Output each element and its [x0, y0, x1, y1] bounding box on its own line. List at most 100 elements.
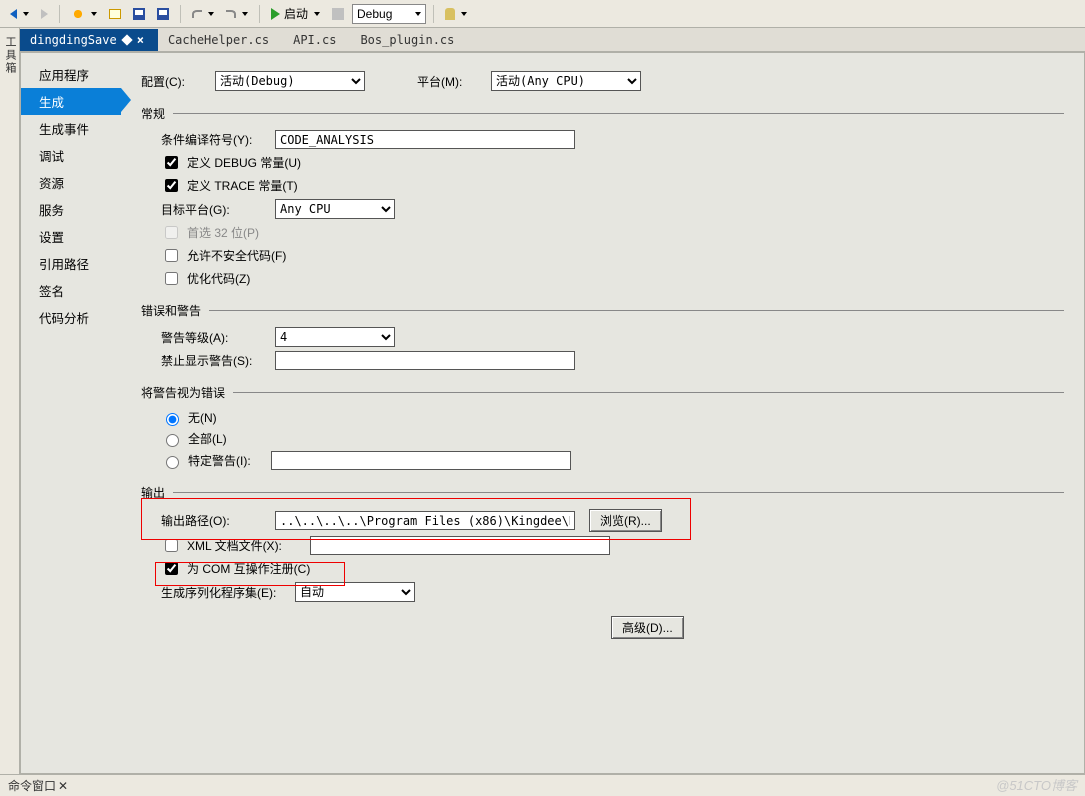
xml-doc-checkbox[interactable] [165, 539, 178, 552]
tab-api[interactable]: API.cs [283, 29, 350, 51]
nav-code-analysis[interactable]: 代码分析 [21, 304, 121, 331]
advanced-button[interactable]: 高级(D)... [611, 616, 684, 639]
main-toolbar: 启动 Debug [0, 0, 1085, 28]
save-all-icon [157, 8, 169, 20]
line [209, 310, 1064, 311]
optimize-checkbox[interactable] [165, 272, 178, 285]
debug-const-label: 定义 DEBUG 常量(U) [187, 154, 301, 171]
close-icon[interactable]: ✕ [58, 779, 68, 793]
chevron-down-icon [461, 12, 467, 16]
side-tab-datasource[interactable]: 数据源 [0, 32, 1, 774]
open-icon [109, 9, 121, 19]
section-general-title: 常规 [141, 105, 165, 122]
section-treat-error-title: 将警告视为错误 [141, 384, 225, 401]
tab-bosplugin[interactable]: Bos_plugin.cs [350, 29, 468, 51]
separator [180, 5, 181, 23]
side-tab-strip: 工具箱 数据源 [0, 28, 20, 774]
config-label: 配置(C): [141, 73, 201, 90]
nav-debug[interactable]: 调试 [21, 142, 121, 169]
serial-asm-select[interactable]: 自动 [295, 582, 415, 602]
chevron-down-icon [415, 12, 421, 16]
nav-settings[interactable]: 设置 [21, 223, 121, 250]
close-icon[interactable]: × [137, 33, 144, 47]
config-value: Debug [357, 7, 392, 21]
treat-specific-radio[interactable] [166, 456, 179, 469]
cond-symbol-label: 条件编译符号(Y): [141, 131, 261, 148]
platform-select[interactable]: 活动(Any CPU) [491, 71, 641, 91]
spark-icon [71, 7, 85, 21]
optimize-label: 优化代码(Z) [187, 270, 250, 287]
section-output-title: 输出 [141, 484, 165, 501]
undo-button[interactable] [188, 8, 218, 20]
side-tab-toolbox[interactable]: 工具箱 [1, 32, 19, 774]
nav-build-events[interactable]: 生成事件 [21, 115, 121, 142]
pin-icon[interactable] [121, 34, 132, 45]
separator [59, 5, 60, 23]
nav-refpaths[interactable]: 引用路径 [21, 250, 121, 277]
property-nav: 应用程序 生成 生成事件 调试 资源 服务 设置 引用路径 签名 代码分析 [21, 53, 121, 773]
prefer-32-checkbox [165, 226, 178, 239]
cond-symbol-input[interactable] [275, 130, 575, 149]
line [173, 492, 1064, 493]
hand-button[interactable] [441, 6, 471, 22]
allow-unsafe-checkbox[interactable] [165, 249, 178, 262]
line [173, 113, 1064, 114]
treat-all-radio[interactable] [166, 434, 179, 447]
treat-specific-input[interactable] [271, 451, 571, 470]
tab-label: CacheHelper.cs [168, 33, 269, 47]
config-dropdown[interactable]: Debug [352, 4, 426, 24]
platform-label: 平台(M): [417, 73, 477, 90]
treat-all-label: 全部(L) [188, 430, 227, 447]
line [233, 392, 1064, 393]
save-all-button[interactable] [153, 6, 173, 22]
back-icon [10, 9, 17, 19]
document-tabs: dingdingSave × CacheHelper.cs API.cs Bos… [20, 28, 1085, 52]
output-path-label: 输出路径(O): [141, 512, 261, 529]
nav-resources[interactable]: 资源 [21, 169, 121, 196]
forward-icon [41, 9, 48, 19]
redo-button[interactable] [222, 8, 252, 20]
browse-button[interactable]: 浏览(R)... [589, 509, 662, 532]
tab-label: dingdingSave [30, 33, 117, 47]
new-item-button[interactable] [67, 5, 101, 23]
treat-none-radio[interactable] [166, 413, 179, 426]
section-warnings-title: 错误和警告 [141, 302, 201, 319]
undo-icon [192, 10, 202, 18]
tab-label: API.cs [293, 33, 336, 47]
xml-doc-label: XML 文档文件(X): [187, 537, 282, 554]
chevron-down-icon [242, 12, 248, 16]
start-button[interactable]: 启动 [267, 3, 324, 24]
suppress-input[interactable] [275, 351, 575, 370]
nav-services[interactable]: 服务 [21, 196, 121, 223]
xml-doc-input[interactable] [310, 536, 610, 555]
chevron-down-icon [23, 12, 29, 16]
forward-button[interactable] [37, 7, 52, 21]
save-button[interactable] [129, 6, 149, 22]
config-select[interactable]: 活动(Debug) [215, 71, 365, 91]
nav-application[interactable]: 应用程序 [21, 61, 121, 88]
target-platform-select[interactable]: Any CPU [275, 199, 395, 219]
treat-none-label: 无(N) [188, 409, 217, 426]
tab-cachehelper[interactable]: CacheHelper.cs [158, 29, 283, 51]
trace-const-checkbox[interactable] [165, 179, 178, 192]
nav-build[interactable]: 生成 [21, 88, 121, 115]
com-register-label: 为 COM 互操作注册(C) [187, 560, 310, 577]
serial-asm-label: 生成序列化程序集(E): [141, 584, 281, 601]
open-button[interactable] [105, 7, 125, 21]
debug-const-checkbox[interactable] [165, 156, 178, 169]
play-icon [271, 8, 280, 20]
suppress-label: 禁止显示警告(S): [141, 352, 261, 369]
warn-level-select[interactable]: 4 [275, 327, 395, 347]
warn-level-label: 警告等级(A): [141, 329, 261, 346]
stop-button[interactable] [328, 6, 348, 22]
tab-dingdingsave[interactable]: dingdingSave × [20, 29, 158, 51]
com-register-checkbox[interactable] [165, 562, 178, 575]
output-path-input[interactable] [275, 511, 575, 530]
status-bar: 命令窗口 ✕ [0, 774, 1085, 796]
redo-icon [226, 10, 236, 18]
trace-const-label: 定义 TRACE 常量(T) [187, 177, 298, 194]
save-icon [133, 8, 145, 20]
back-button[interactable] [6, 7, 33, 21]
nav-signing[interactable]: 签名 [21, 277, 121, 304]
hand-icon [445, 8, 455, 20]
